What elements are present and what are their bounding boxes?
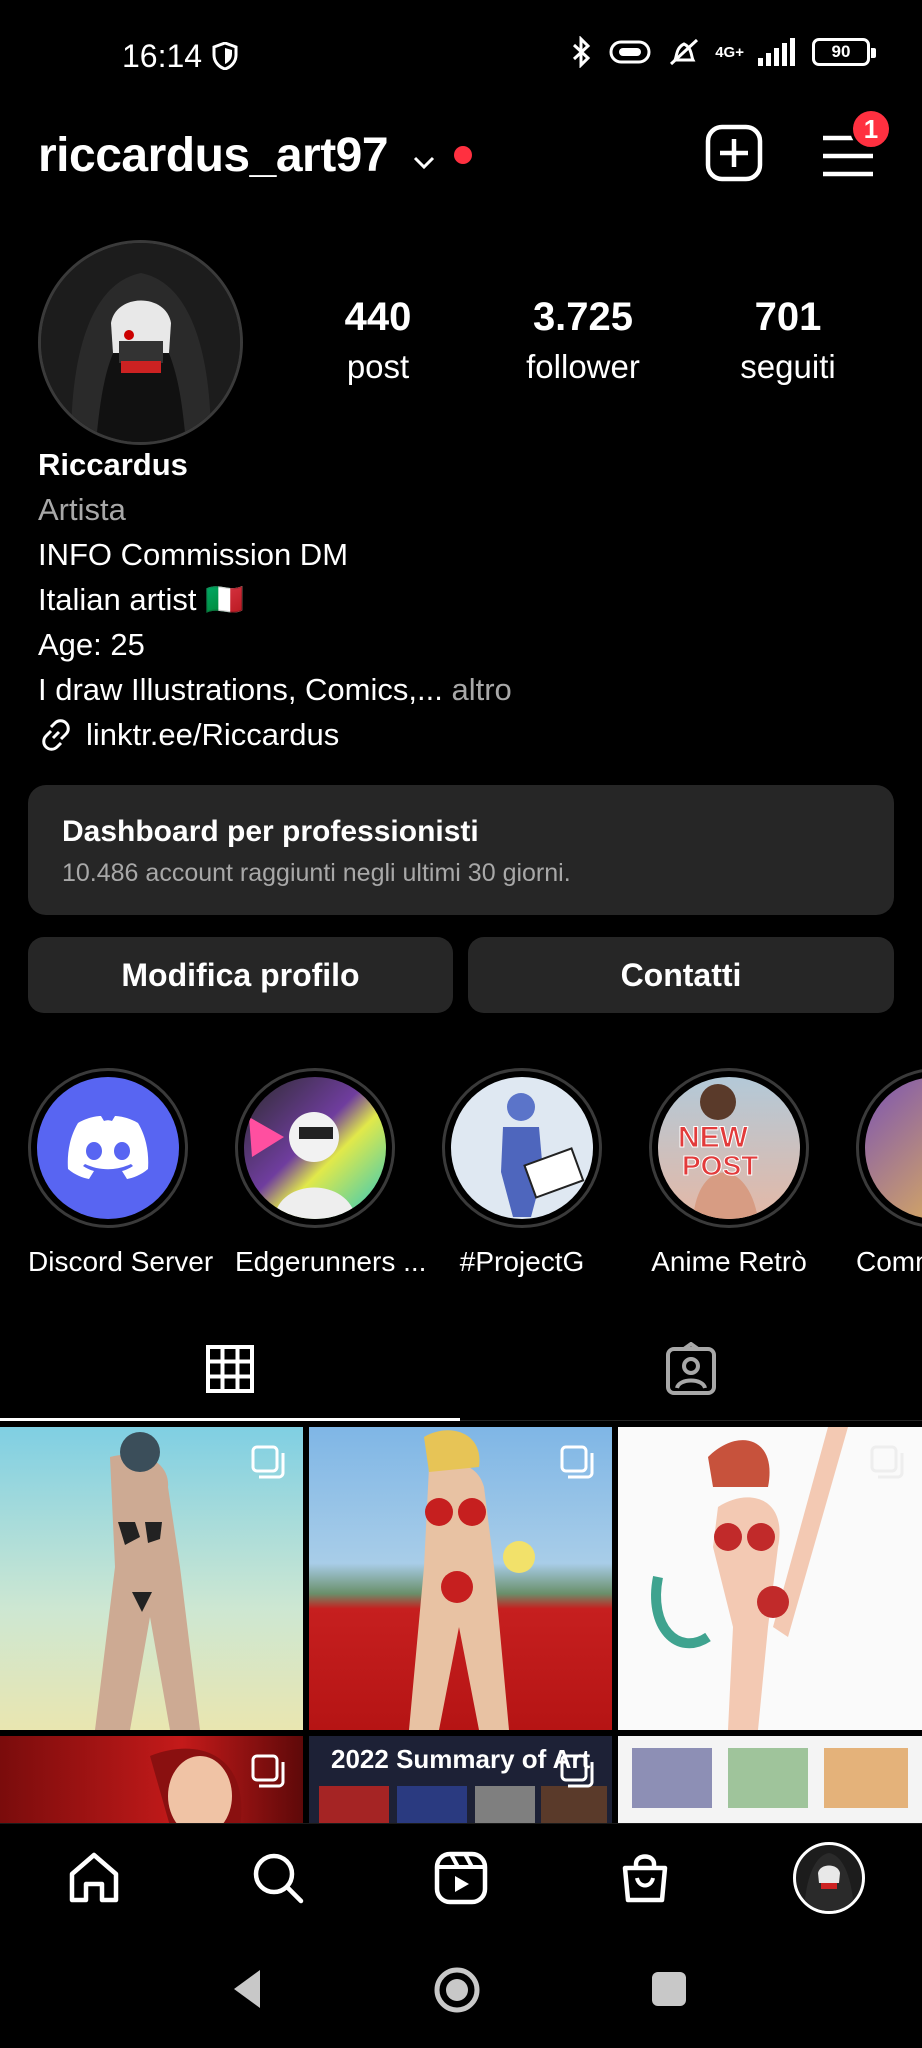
- avatar-image: [804, 1853, 854, 1911]
- highlight-caption: Edgerunners ...: [235, 1246, 427, 1277]
- grid-tab-icon[interactable]: [205, 1344, 255, 1394]
- network-type: 4G+: [715, 43, 744, 61]
- highlight-commissions[interactable]: Comm: [856, 1068, 922, 1278]
- chevron-down-icon[interactable]: [410, 148, 438, 176]
- battery-level: 90: [831, 42, 851, 61]
- stat-number: 701: [754, 295, 822, 339]
- bottom-navigation: [0, 1823, 922, 1938]
- contacts-button[interactable]: Contatti: [468, 937, 894, 1013]
- system-navigation-bar: [0, 1938, 922, 2048]
- link-text: linktr.ee/Riccardus: [86, 717, 340, 752]
- post-thumbnail[interactable]: [0, 1427, 303, 1730]
- home-circle-icon[interactable]: [433, 1966, 481, 2014]
- highlight-edgerunners[interactable]: Edgerunners ...: [235, 1068, 427, 1278]
- battery-indicator: 90: [812, 38, 876, 66]
- status-bar: 16:14 4G+ 90: [0, 0, 922, 118]
- search-icon[interactable]: [250, 1850, 306, 1906]
- vibrate-icon: [609, 40, 651, 64]
- more-link[interactable]: altro: [451, 672, 511, 707]
- post-thumbnail[interactable]: [0, 1736, 303, 1827]
- highlight-thumbnail: [249, 1112, 356, 1219]
- edit-profile-button[interactable]: Modifica profilo: [28, 937, 453, 1013]
- post-thumbnail[interactable]: [618, 1736, 922, 1827]
- display-name: Riccardus: [38, 447, 188, 482]
- profile-tabs: [0, 1320, 922, 1424]
- post-thumbnail[interactable]: [309, 1427, 612, 1730]
- highlight-caption: Discord Server: [28, 1246, 214, 1277]
- bio-line: Age: 25: [38, 627, 145, 662]
- highlight-caption: Comm: [856, 1246, 922, 1277]
- category-label: Artista: [38, 492, 126, 527]
- svg-text:POST: POST: [682, 1150, 758, 1181]
- recents-icon[interactable]: [650, 1970, 688, 2008]
- link-icon: [42, 718, 70, 751]
- profile-header: riccardus_art97 1: [0, 108, 922, 228]
- signal-icon: [758, 38, 795, 66]
- bio-line: I draw Illustrations, Comics,...: [38, 672, 443, 707]
- avatar-image: [41, 243, 240, 442]
- shield-icon: [212, 42, 238, 70]
- stat-number: 440: [344, 295, 412, 339]
- username[interactable]: riccardus_art97: [38, 128, 389, 183]
- reels-icon[interactable]: [433, 1850, 489, 1906]
- professional-dashboard-card[interactable]: Dashboard per professionisti 10.486 acco…: [28, 785, 894, 915]
- multiple-posts-icon: [560, 1445, 594, 1479]
- post-thumbnail[interactable]: 2022 Summary of Art: [309, 1736, 612, 1827]
- bluetooth-icon: [573, 36, 591, 68]
- highlight-thumbnail: NEWPOST: [678, 1084, 759, 1219]
- post-thumbnail[interactable]: [618, 1427, 922, 1730]
- following-count[interactable]: 701 seguiti: [688, 295, 888, 386]
- profile-bio: Riccardus Artista INFO Commission DM Ita…: [38, 442, 512, 757]
- multiple-posts-icon: [560, 1754, 594, 1788]
- highlight-thumbnail: [501, 1093, 585, 1217]
- stat-number: 3.725: [532, 295, 634, 339]
- multiple-posts-icon: [251, 1445, 285, 1479]
- highlight-projectg[interactable]: #ProjectG: [442, 1068, 602, 1278]
- shop-icon[interactable]: [617, 1850, 673, 1906]
- bio-line: Italian artist 🇮🇹: [38, 582, 244, 617]
- tagged-tab-icon[interactable]: [665, 1342, 717, 1396]
- bio-line: INFO Commission DM: [38, 537, 349, 572]
- bio-line-truncated: I draw Illustrations, Comics,... altro: [38, 667, 512, 712]
- stat-label: post: [346, 348, 410, 385]
- stat-label: follower: [526, 348, 640, 385]
- multiple-posts-icon: [870, 1445, 904, 1479]
- post-caption-overlay: 2022 Summary of Art: [331, 1744, 591, 1774]
- posts-count[interactable]: 440 post: [278, 295, 478, 386]
- back-icon[interactable]: [228, 1966, 264, 2012]
- unread-dot: [454, 146, 472, 164]
- dashboard-subtitle: 10.486 account raggiunti negli ultimi 30…: [62, 859, 571, 887]
- profile-avatar[interactable]: [38, 240, 243, 445]
- dashboard-title: Dashboard per professionisti: [62, 815, 479, 848]
- stat-label: seguiti: [740, 348, 836, 385]
- notification-count: 1: [863, 113, 879, 144]
- create-post-icon[interactable]: [705, 124, 763, 182]
- home-icon[interactable]: [66, 1850, 122, 1906]
- followers-count[interactable]: 3.725 follower: [483, 295, 683, 386]
- mute-icon: [670, 38, 699, 66]
- discord-icon: [67, 1116, 149, 1179]
- highlight-caption: #ProjectG: [459, 1246, 585, 1277]
- notification-badge: 1: [850, 108, 892, 150]
- highlight-anime-retro[interactable]: NEW POST Anime Retrò: [649, 1068, 809, 1278]
- multiple-posts-icon: [251, 1754, 285, 1788]
- bio-link[interactable]: linktr.ee/Riccardus: [38, 712, 512, 757]
- posts-grid: 2022 Summary of Art: [0, 1427, 922, 1827]
- highlight-discord[interactable]: Discord Server: [28, 1068, 214, 1278]
- profile-tab-avatar[interactable]: [793, 1842, 865, 1914]
- highlight-caption: Anime Retrò: [651, 1246, 807, 1277]
- active-tab-indicator: [0, 1418, 460, 1421]
- clock: 16:14: [122, 38, 203, 74]
